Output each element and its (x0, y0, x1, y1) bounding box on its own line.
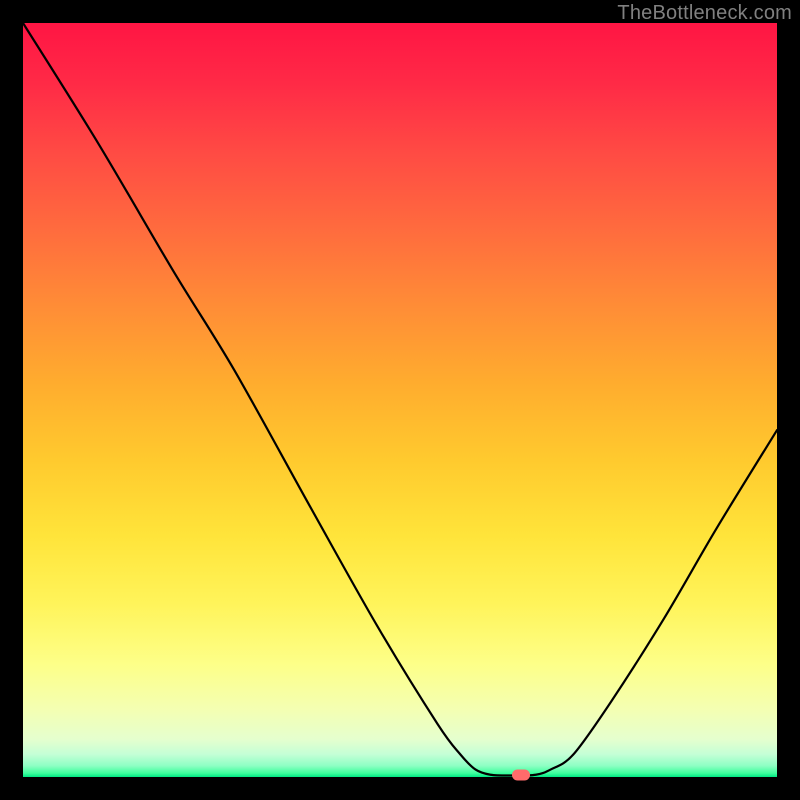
chart-plot-area (23, 23, 777, 777)
bottleneck-curve (23, 23, 777, 777)
watermark-text: TheBottleneck.com (617, 2, 792, 25)
optimal-point-marker (512, 769, 530, 780)
